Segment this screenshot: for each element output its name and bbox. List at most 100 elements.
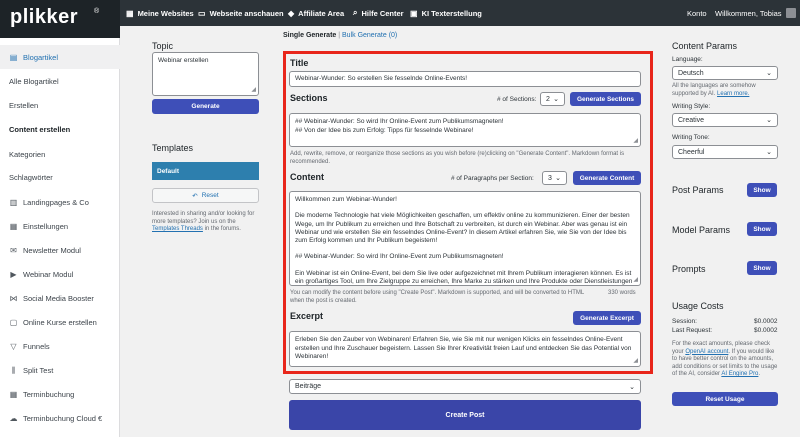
adminbar-ki-texterstellung[interactable]: ▣ KI Texterstellung — [410, 0, 482, 26]
sidebar-item-erstellen[interactable]: Erstellen — [0, 93, 120, 117]
funnel-icon: ▽ — [10, 341, 17, 351]
video-icon: ▶ — [10, 269, 17, 279]
sidebar-item-label: Terminbuchung — [23, 389, 75, 399]
sidebar-item-label: Alle Blogartikel — [9, 76, 59, 86]
templates-threads-link[interactable]: Templates Threads — [152, 226, 203, 232]
note-text: in the forums. — [202, 226, 241, 232]
topic-generate-button[interactable]: Generate — [152, 99, 259, 114]
writing-tone-select[interactable]: Cheerful ⌄ — [672, 145, 778, 159]
adminbar-affiliate-area[interactable]: ◆ Affiliate Area — [288, 0, 344, 26]
sidebar-item-terminbuchung[interactable]: ▦ Terminbuchung — [0, 382, 120, 406]
sidebar-item-split-test[interactable]: ⫼ Split Test — [0, 358, 120, 382]
sidebar-item-einstellungen[interactable]: ▦ Einstellungen — [0, 214, 120, 238]
language-label: Language: — [672, 56, 703, 63]
sidebar-item-terminbuchung-cloud[interactable]: ☁ Terminbuchung Cloud € — [0, 406, 120, 430]
paragraphs-count-select[interactable]: 3 ⌄ — [542, 171, 567, 185]
learn-more-link[interactable]: Learn more. — [717, 91, 749, 97]
settings-icon: ▦ — [9, 221, 18, 231]
adminbar-hilfe-center[interactable]: ⌕ Hilfe Center — [353, 0, 404, 26]
post-params-heading: Post Params — [672, 185, 724, 195]
model-params-show-button[interactable]: Show — [747, 222, 777, 236]
chevron-down-icon: ⌄ — [553, 96, 559, 103]
sidebar-item-funnels[interactable]: ▽ Funnels — [0, 334, 120, 358]
sidebar-item-label: Schlagwörter — [9, 172, 53, 182]
openai-account-link[interactable]: OpenAI account — [685, 349, 728, 355]
reset-usage-button[interactable]: Reset Usage — [672, 392, 778, 406]
sidebar-item-webinar[interactable]: ▶ Webinar Modul — [0, 262, 120, 286]
sections-count-label: # of Sections: — [497, 96, 537, 103]
chevron-down-icon: ⌄ — [555, 175, 561, 182]
resize-handle-icon[interactable]: ◢ — [633, 357, 638, 366]
select-value: Deutsch — [678, 69, 704, 77]
generate-content-button[interactable]: Generate Content — [573, 171, 641, 185]
adminbar-label: Webseite anschauen — [209, 8, 284, 18]
chevron-down-icon: ⌄ — [766, 149, 772, 156]
adminbar-webseite-anschauen[interactable]: ▭ Webseite anschauen — [198, 0, 284, 26]
adminbar-label: KI Texterstellung — [421, 8, 482, 18]
sidebar-item-schlagwoerter[interactable]: Schlagwörter — [0, 165, 120, 189]
post-params-show-button[interactable]: Show — [747, 183, 777, 197]
sidebar-item-online-kurse[interactable]: ▢ Online Kurse erstellen — [0, 310, 120, 334]
sidebar-item-landingpages[interactable]: ▥ Landingpages & Co — [0, 190, 120, 214]
language-select[interactable]: Deutsch ⌄ — [672, 66, 778, 80]
chevron-down-icon: ⌄ — [766, 117, 772, 124]
excerpt-textarea[interactable]: Erleben Sie den Zauber von Webinaren! Er… — [289, 331, 641, 367]
templates-heading: Templates — [152, 143, 194, 153]
create-post-button[interactable]: Create Post — [289, 400, 641, 430]
generate-excerpt-button[interactable]: Generate Excerpt — [573, 311, 641, 325]
adminbar-meine-websites[interactable]: ▦ Meine Websites — [126, 0, 194, 26]
sidebar-item-label: Landingpages & Co — [23, 197, 89, 207]
adminbar-welcome[interactable]: Willkommen, Tobias — [715, 0, 796, 26]
content-hint: You can modify the content before using … — [290, 290, 584, 304]
sidebar-item-social-media[interactable]: ⋈ Social Media Booster — [0, 286, 120, 310]
sidebar-item-content-erstellen[interactable]: Content erstellen — [0, 117, 120, 141]
templates-reset-button[interactable]: ↶ Reset — [152, 188, 259, 203]
sections-hint: Add, rewrite, remove, or reorganize thos… — [290, 151, 625, 165]
generate-sections-button[interactable]: Generate Sections — [570, 92, 641, 106]
sidebar-item-konto[interactable]: ◉Konto — [0, 430, 120, 437]
post-type-select[interactable]: Beiträge ⌄ — [289, 379, 641, 394]
resize-handle-icon[interactable]: ◢ — [633, 276, 638, 284]
sidebar-item-newsletter[interactable]: ✉ Newsletter Modul — [0, 238, 120, 262]
sidebar-item-alle-blogartikel[interactable]: Alle Blogartikel — [0, 69, 120, 93]
model-params-heading: Model Params — [672, 225, 731, 235]
sidebar-item-blogartikel[interactable]: ▤ Blogartikel — [0, 45, 120, 69]
resize-handle-icon[interactable]: ◢ — [633, 137, 638, 146]
content-word-count: 330 words — [608, 290, 636, 296]
tab-single-generate[interactable]: Single Generate — [283, 32, 336, 39]
monitor-icon: ▭ — [198, 8, 206, 18]
sites-icon: ▦ — [126, 8, 134, 18]
prompts-show-button[interactable]: Show — [747, 261, 777, 275]
title-input[interactable]: Webinar-Wunder: So erstellen Sie fesseln… — [289, 71, 641, 87]
admin-bar: ▦ Meine Websites ▭ Webseite anschauen ◆ Aff… — [120, 0, 800, 26]
mail-icon: ✉ — [10, 245, 17, 255]
logo-reg-mark: ® — [94, 8, 100, 15]
sidebar-item-label: Newsletter Modul — [23, 245, 81, 255]
content-params-heading: Content Params — [672, 41, 738, 51]
sidebar-item-label: Funnels — [23, 341, 50, 351]
reset-label: Reset — [201, 192, 219, 199]
note-text: . — [758, 371, 761, 377]
tab-bulk-generate[interactable]: Bulk Generate (0) — [342, 32, 397, 39]
sidebar-item-label: Content erstellen — [9, 124, 71, 134]
resize-handle-icon[interactable]: ◢ — [251, 86, 256, 95]
topic-input[interactable]: Webinar erstellen ◢ — [152, 52, 259, 96]
topic-heading: Topic — [152, 41, 174, 51]
ai-engine-pro-link[interactable]: AI Engine Pro — [721, 371, 758, 377]
select-value: Creative — [678, 116, 705, 124]
chevron-down-icon: ⌄ — [629, 383, 635, 391]
share-icon: ⋈ — [9, 293, 18, 303]
writing-tone-label: Writing Tone: — [672, 134, 710, 141]
sections-count-select[interactable]: 2 ⌄ — [540, 92, 565, 106]
cloud-icon: ☁ — [9, 413, 18, 423]
paragraphs-count-label: # of Paragraphs per Section: — [451, 175, 534, 182]
template-item-default[interactable]: Default — [152, 162, 259, 180]
adminbar-konto[interactable]: Konto — [687, 0, 707, 26]
content-textarea[interactable]: Willkommen zum Webinar-Wunder! Die moder… — [289, 191, 641, 286]
logo[interactable]: plikker ® — [0, 0, 120, 38]
sections-textarea[interactable]: ## Webinar-Wunder: So wird Ihr Online-Ev… — [289, 113, 641, 147]
calendar-icon: ▦ — [9, 389, 18, 399]
sidebar-item-kategorien[interactable]: Kategorien — [0, 142, 120, 166]
writing-style-select[interactable]: Creative ⌄ — [672, 113, 778, 127]
title-heading: Title — [290, 58, 309, 68]
